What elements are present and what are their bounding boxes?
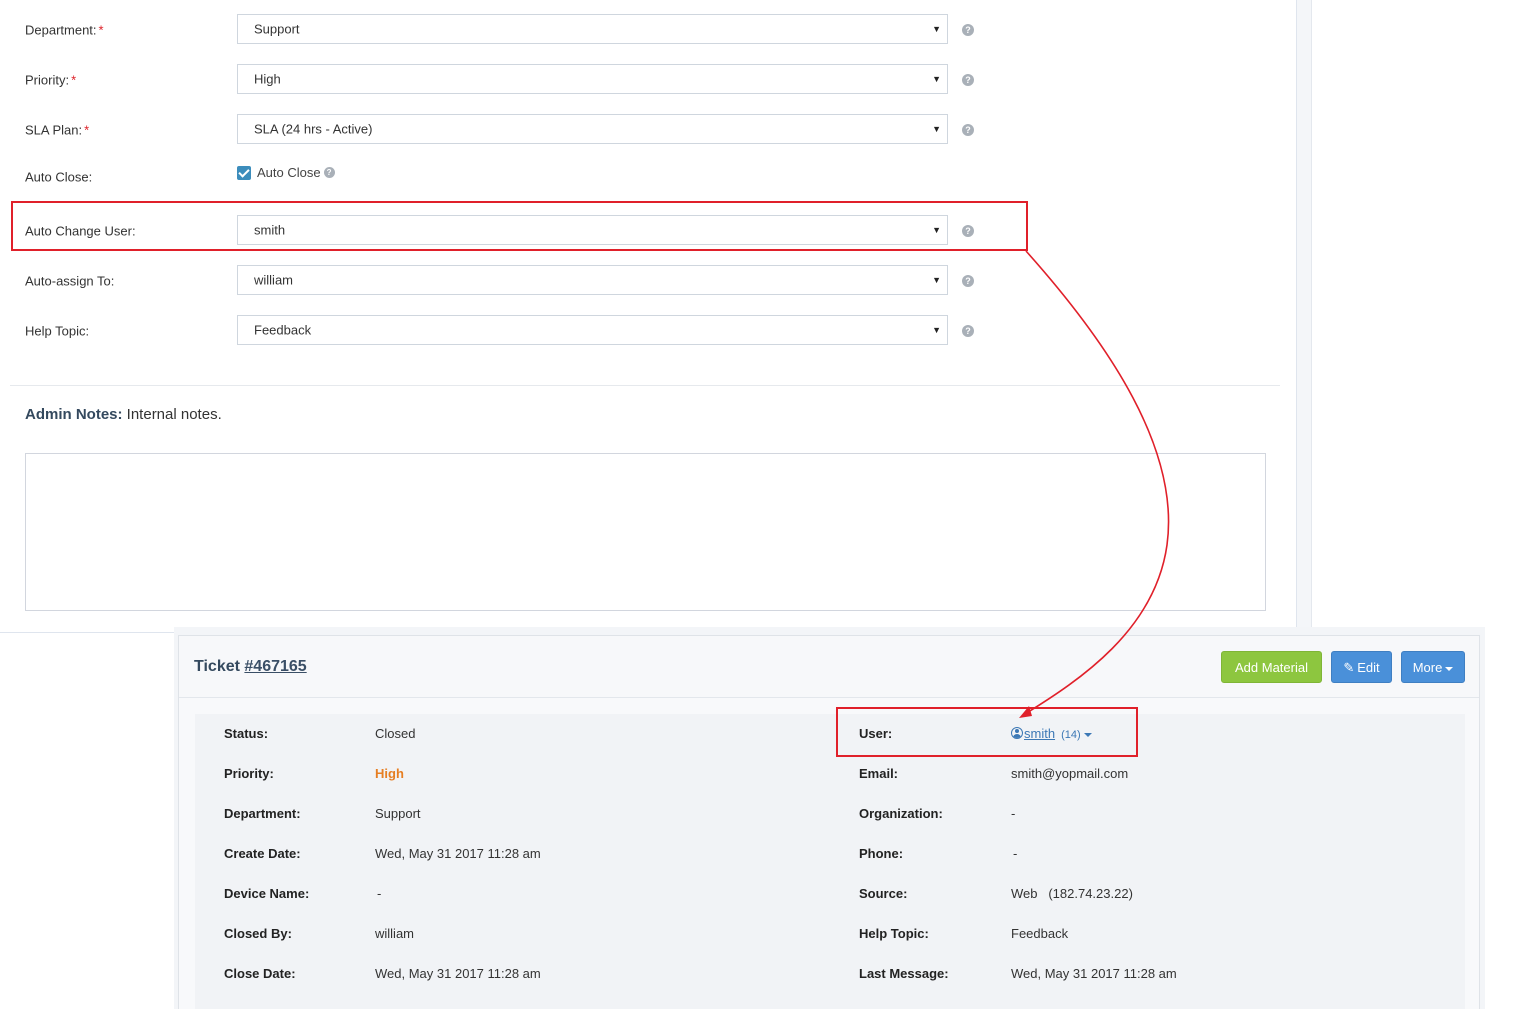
ticket-panel: Ticket #467165 Add Material ✎ Edit More S…	[178, 635, 1480, 1009]
page-side-strip	[1297, 0, 1312, 633]
email-label: Email:	[859, 766, 899, 781]
department-select-value: Support	[254, 21, 300, 37]
sla-plan-label: SLA Plan: *	[25, 122, 90, 138]
help-icon[interactable]: ?	[323, 167, 335, 179]
chevron-down-icon	[1445, 666, 1454, 671]
required-marker: *	[84, 122, 90, 138]
auto-assign-select[interactable]: william ▼	[237, 265, 948, 295]
highlight-auto-change-user	[11, 201, 1028, 251]
priority-row: Priority: * High ▼ ?	[0, 64, 1000, 96]
help-icon[interactable]: ?	[962, 124, 974, 136]
closed-by-label: Closed By:	[224, 926, 292, 941]
admin-notes-textarea[interactable]	[25, 453, 1266, 611]
source-label: Source:	[859, 886, 908, 901]
help-topic-label: Help Topic:	[25, 323, 90, 339]
status-label: Status:	[224, 726, 269, 741]
edit-icon: ✎	[1343, 660, 1355, 675]
sla-plan-row: SLA Plan: * SLA (24 hrs - Active) ▼ ?	[0, 114, 1000, 146]
priority-select[interactable]: High ▼	[237, 64, 948, 94]
priority-select-value: High	[254, 71, 281, 87]
department-label: Department: *	[25, 22, 104, 38]
help-topic-select[interactable]: Feedback ▼	[237, 315, 948, 345]
priority-info-value: High	[375, 766, 404, 781]
close-date-value: Wed, May 31 2017 11:28 am	[375, 966, 541, 981]
admin-notes-heading: Admin Notes: Internal notes.	[25, 406, 222, 423]
department-info-value: Support	[375, 806, 421, 821]
help-icon[interactable]: ?	[962, 275, 974, 287]
add-material-button[interactable]: Add Material	[1221, 651, 1322, 683]
status-value: Closed	[375, 726, 416, 741]
chevron-down-icon: ▼	[932, 275, 941, 285]
help-topic-select-value: Feedback	[254, 322, 312, 338]
help-topic-row: Help Topic: Feedback ▼ ?	[0, 315, 1000, 347]
help-topic-info-value: Feedback	[1011, 926, 1069, 941]
auto-close-checkbox-label[interactable]: Auto Close?	[257, 165, 335, 180]
email-value: smith@yopmail.com	[1011, 766, 1129, 781]
device-name-value: -	[377, 886, 382, 901]
ticket-title: Ticket #467165	[194, 658, 307, 675]
sla-plan-select[interactable]: SLA (24 hrs - Active) ▼	[237, 114, 948, 144]
ticket-header: Ticket #467165 Add Material ✎ Edit More	[179, 636, 1479, 698]
chevron-down-icon: ▼	[932, 124, 941, 134]
chevron-down-icon: ▼	[932, 74, 941, 84]
priority-info-label: Priority:	[224, 766, 274, 781]
department-select[interactable]: Support ▼	[237, 14, 948, 44]
priority-label: Priority: *	[25, 72, 77, 88]
chevron-down-icon: ▼	[932, 325, 941, 335]
auto-assign-row: Auto-assign To: william ▼ ?	[0, 265, 1000, 297]
last-message-label: Last Message:	[859, 966, 949, 981]
auto-close-checkbox[interactable]	[237, 166, 251, 180]
help-icon[interactable]: ?	[962, 24, 974, 36]
source-value: Web (182.74.23.22)	[1011, 886, 1133, 901]
phone-value: -	[1013, 846, 1018, 861]
last-message-value: Wed, May 31 2017 11:28 am	[1011, 966, 1177, 981]
create-date-label: Create Date:	[224, 846, 301, 861]
phone-label: Phone:	[859, 846, 904, 861]
more-button[interactable]: More	[1401, 651, 1465, 683]
organization-value: -	[1011, 806, 1016, 821]
chevron-down-icon: ▼	[932, 24, 941, 34]
help-topic-info-label: Help Topic:	[859, 926, 929, 941]
organization-label: Organization:	[859, 806, 943, 821]
section-divider	[10, 385, 1280, 386]
device-name-label: Device Name:	[224, 886, 310, 901]
help-icon[interactable]: ?	[962, 325, 974, 337]
department-info-label: Department:	[224, 806, 301, 821]
highlight-ticket-user	[836, 707, 1138, 757]
closed-by-value: william	[375, 926, 414, 941]
required-marker: *	[98, 22, 104, 38]
auto-assign-select-value: william	[254, 272, 293, 288]
ticket-number-link[interactable]: #467165	[244, 658, 306, 675]
auto-assign-label: Auto-assign To:	[25, 273, 115, 289]
screenshot-stage: Department: * Support ▼ ? Priority: * High…	[0, 0, 1531, 1009]
help-icon[interactable]: ?	[962, 74, 974, 86]
required-marker: *	[71, 72, 77, 88]
ticket-filter-form: Department: * Support ▼ ? Priority: * High…	[0, 0, 1297, 633]
sla-plan-select-value: SLA (24 hrs - Active)	[254, 121, 373, 137]
create-date-value: Wed, May 31 2017 11:28 am	[375, 846, 541, 861]
edit-button[interactable]: ✎ Edit	[1331, 651, 1392, 683]
auto-close-label: Auto Close:	[25, 169, 93, 185]
ticket-details: Status: Closed Priority: High Department…	[195, 714, 1465, 1009]
close-date-label: Close Date:	[224, 966, 296, 981]
department-row: Department: * Support ▼ ?	[0, 14, 1000, 46]
